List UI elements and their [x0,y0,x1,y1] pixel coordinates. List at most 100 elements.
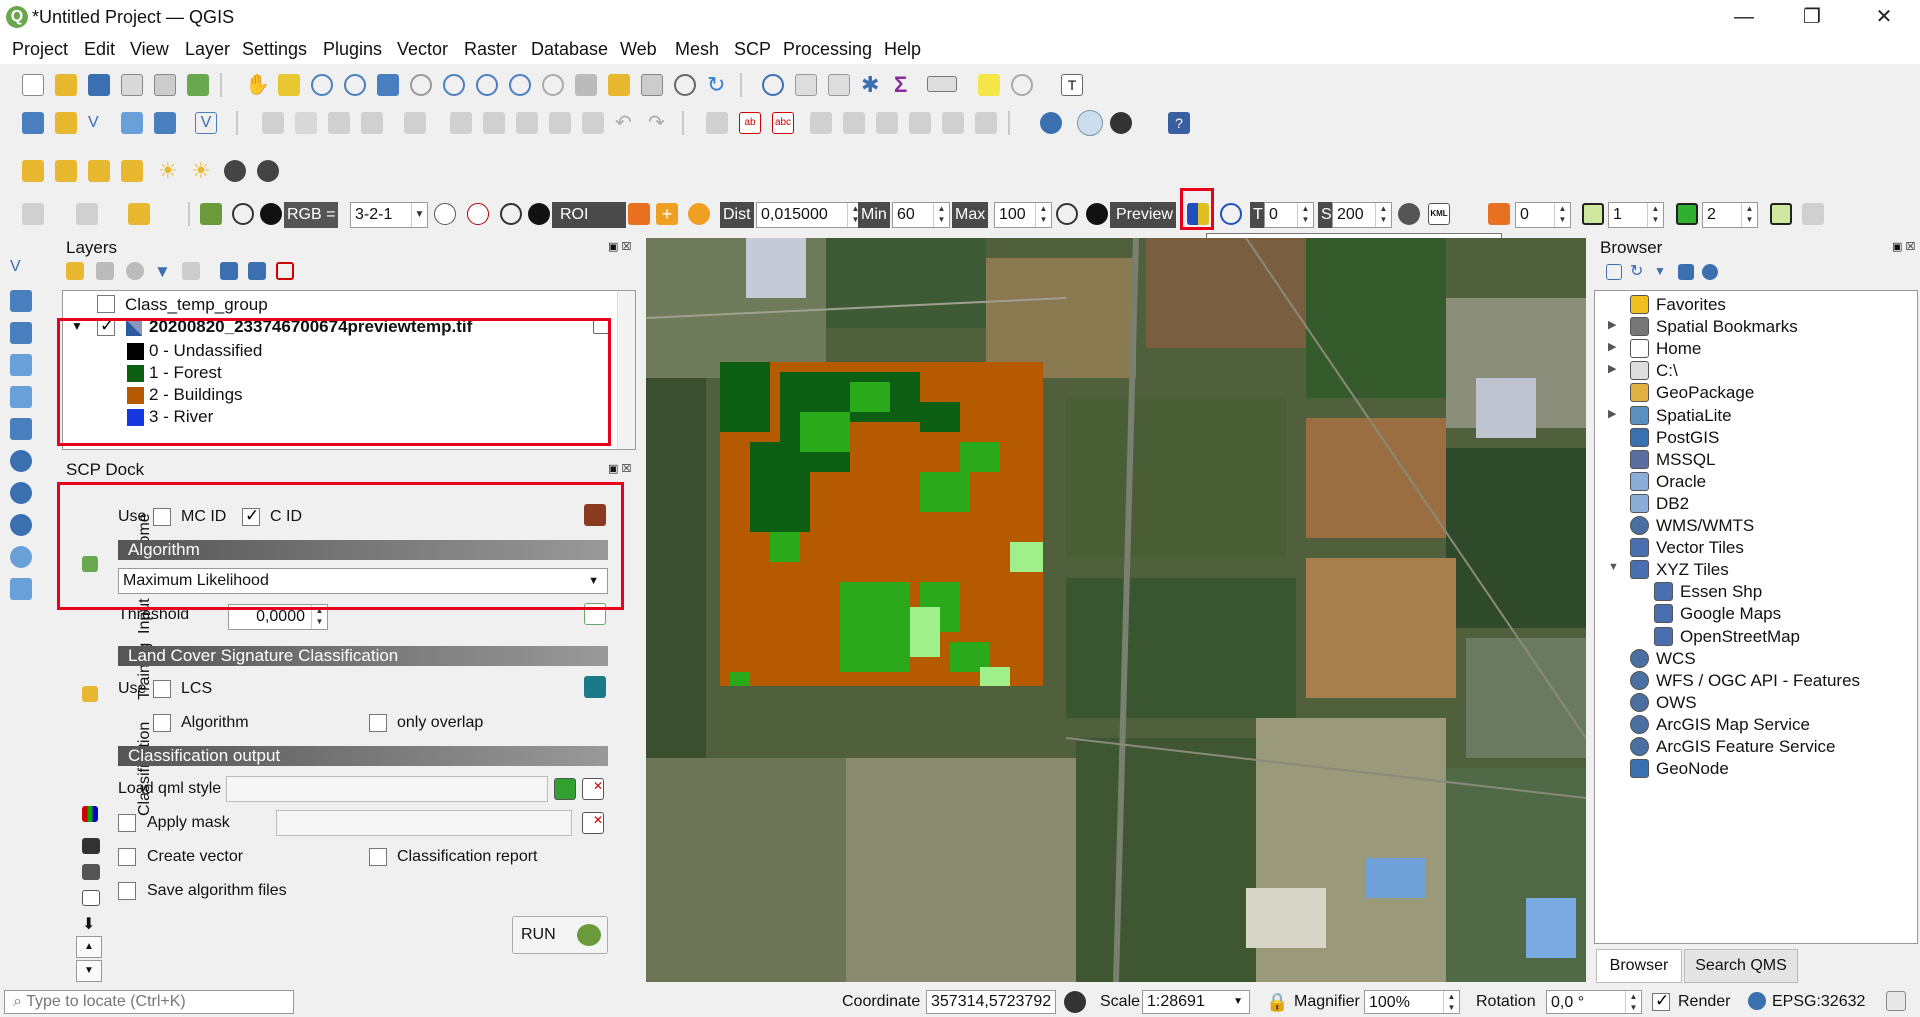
zoom-next-icon[interactable] [542,74,564,96]
menu-view[interactable]: View [130,39,169,60]
layers-scrollbar[interactable] [617,291,635,449]
maximize-button[interactable]: ❐ [1782,0,1842,34]
menu-project[interactable]: Project [12,39,68,60]
algorithm-select[interactable]: Maximum Likelihood ▼ [118,568,608,594]
quickmapservices-icon[interactable] [1040,112,1062,134]
add-spatialite-icon[interactable] [10,386,32,408]
max-spinbox[interactable]: 100 ▲ ▼ [994,202,1052,228]
band-red-spinbox[interactable]: 0 ▲ ▼ [1515,202,1571,228]
redo-preview-icon[interactable] [1220,203,1242,225]
c-id-checkbox[interactable] [242,506,260,526]
statistics-icon[interactable] [828,74,850,96]
visibility-icon[interactable] [126,262,144,280]
label-show-hide-icon[interactable] [810,112,832,134]
redo-icon[interactable]: ↷ [648,112,670,134]
band-table-icon[interactable] [1802,203,1824,225]
contrast-decrease-icon[interactable] [257,160,279,182]
rotation-spinbox[interactable]: 0,0 ° ▲ ▼ [1546,990,1642,1014]
undo-icon[interactable]: ↶ [615,112,637,134]
threshold-settings-icon[interactable] [584,603,606,625]
temporal-controller-icon[interactable] [674,74,696,96]
add-wms-icon[interactable] [10,482,32,504]
local-cumulative-stretch-icon[interactable] [434,203,456,225]
show-input-image-icon[interactable] [260,203,282,225]
menu-plugins[interactable]: Plugins [323,39,382,60]
menu-processing[interactable]: Processing [783,39,872,60]
lcs-checkbox[interactable] [153,680,171,698]
save-algorithm-files-checkbox[interactable] [118,882,136,900]
apply-mask-checkbox[interactable] [118,814,136,832]
add-group-icon[interactable] [96,262,114,280]
redo-roi-icon[interactable] [688,203,710,225]
create-vector-checkbox[interactable] [118,848,136,866]
remove-layer-icon[interactable] [276,262,294,280]
toggle-editing-icon[interactable] [295,112,317,134]
text-annotation-icon[interactable]: T [1061,74,1083,96]
digitize-icon[interactable] [361,112,383,134]
zoom-full-icon[interactable] [377,74,399,96]
select-by-value-icon[interactable] [128,203,150,225]
download-tab-icon[interactable]: ⬇ [82,914,100,933]
vertex-tool-icon[interactable] [404,112,426,134]
histogram-stretch-icon[interactable] [22,160,44,182]
menu-settings[interactable]: Settings [242,39,307,60]
locator-search-input[interactable]: ⌕ Type to locate (Ctrl+K) [4,990,294,1014]
show-bookmarks-icon[interactable] [641,74,663,96]
new-shapefile-icon[interactable]: V [88,112,110,134]
refresh-icon[interactable]: ↻ [707,74,729,96]
expand-arrow-icon[interactable]: ▶ [1608,340,1616,353]
add-raster-icon[interactable] [10,290,32,312]
remove-temp-files-icon[interactable] [1398,203,1420,225]
zoom-roi-icon[interactable] [500,203,522,225]
menu-mesh[interactable]: Mesh [675,39,719,60]
settings-gear-icon[interactable]: ✱ [861,74,883,96]
crs-label[interactable]: EPSG:32632 [1772,993,1865,1011]
add-selected-icon[interactable] [1606,264,1622,280]
label-rotate-icon[interactable] [876,112,898,134]
raster-layer-name[interactable]: 20200820_233746700674previewtemp.tif [149,317,472,337]
band-red-icon[interactable] [1582,203,1604,225]
add-wfs-icon[interactable] [10,546,32,568]
postprocessing-tab-icon[interactable] [82,838,100,854]
band-blue-spinbox[interactable]: 2 ▲ ▼ [1702,202,1758,228]
label-pin-icon[interactable]: abc [772,112,794,134]
label-reset-icon[interactable] [975,112,997,134]
band-set-icon[interactable] [1488,203,1510,225]
paste-features-icon[interactable] [582,112,604,134]
filter-icon[interactable]: ▼ [154,262,172,281]
expand-arrow-icon[interactable]: ▶ [1608,318,1616,331]
add-vector-icon[interactable]: V [10,258,32,280]
group-checkbox[interactable] [97,295,115,313]
layout-manager-icon[interactable] [154,74,176,96]
new-project-icon[interactable] [22,74,44,96]
local-histogram-icon[interactable] [55,160,77,182]
band-blue-icon[interactable] [1770,203,1792,225]
contrast-increase-icon[interactable] [224,160,246,182]
mc-id-checkbox[interactable] [153,508,171,526]
help-icon[interactable]: ? [1168,112,1190,134]
open-data-source-manager-icon[interactable] [22,112,44,134]
menu-edit[interactable]: Edit [84,39,115,60]
mask-path-field[interactable] [276,810,572,836]
modify-attributes-icon[interactable] [450,112,472,134]
band-green-spinbox[interactable]: 1 ▲ ▼ [1608,202,1664,228]
add-vector-layer-icon[interactable]: V [195,112,217,134]
zoom-out-icon[interactable] [344,74,366,96]
add-virtual-icon[interactable] [10,418,32,440]
run-button[interactable]: RUN [512,916,608,954]
render-checkbox[interactable] [1652,991,1670,1011]
toggle-extents-icon[interactable] [1064,991,1086,1013]
brightness-increase-icon[interactable]: ☀ [158,160,180,182]
zoom-native-icon[interactable] [476,74,498,96]
current-edits-icon[interactable] [262,112,284,134]
sigma-icon[interactable]: Σ [894,74,916,96]
layer-visibility-checkbox[interactable] [97,316,115,336]
float-close-icons[interactable]: ▣ ☒ [608,462,631,475]
menu-web[interactable]: Web [620,39,657,60]
lcs-settings-icon[interactable] [584,676,606,698]
new-temporary-layer-icon[interactable] [121,112,143,134]
label-toolbar-icon[interactable] [706,112,728,134]
add-wcs-icon[interactable] [10,514,32,536]
show-preview-icon[interactable] [1086,203,1108,225]
t-spinbox[interactable]: 0 ▲ ▼ [1264,202,1314,228]
